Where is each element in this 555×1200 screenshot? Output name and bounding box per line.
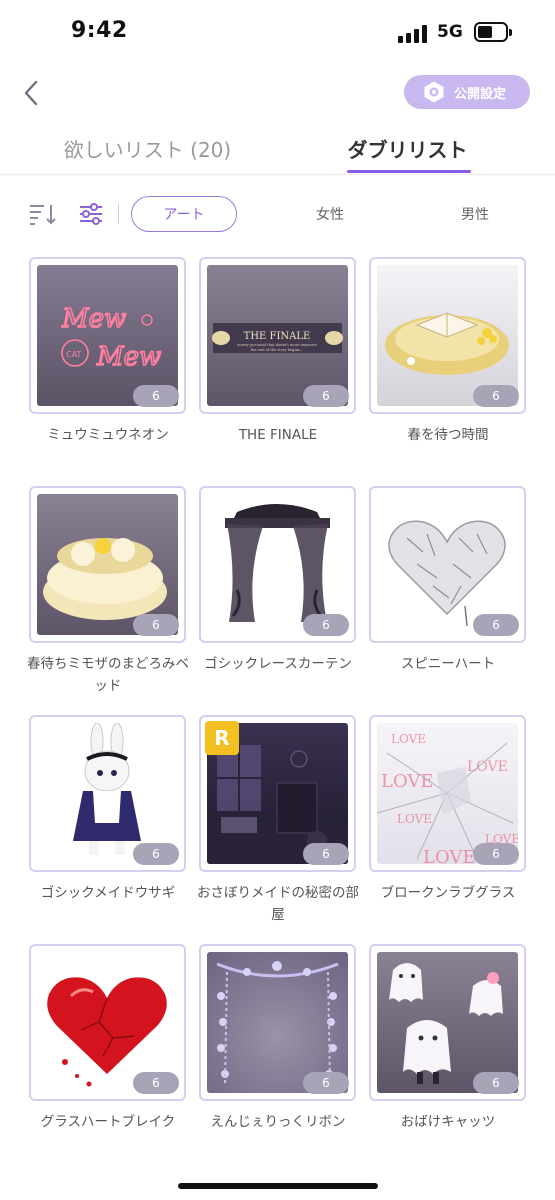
item-name: えんじぇりっくリボン — [210, 1114, 346, 1130]
item-count: 6 — [473, 385, 519, 407]
item-count: 6 — [303, 1072, 349, 1094]
item-count: 6 — [303, 614, 349, 636]
filter-chip-art[interactable]: アート — [131, 196, 237, 232]
item-card[interactable]: 6 — [369, 486, 526, 643]
item-name: ゴシックレースカーテン — [204, 656, 352, 672]
overlay-word: LOVE — [391, 732, 426, 746]
privacy-settings-label: 公開設定 — [454, 86, 507, 102]
network-label: 5G — [437, 22, 463, 42]
privacy-settings-button[interactable]: 公開設定 — [404, 75, 530, 109]
item-card[interactable]: 6 — [29, 944, 186, 1101]
overlay-word: LOVE — [397, 812, 432, 826]
filter-sliders-icon[interactable] — [78, 202, 104, 226]
sort-icon[interactable] — [29, 202, 57, 226]
item-count: 6 — [303, 385, 349, 407]
item-count: 6 — [133, 385, 179, 407]
item-name: おばけキャッツ — [400, 1114, 496, 1130]
tab-wishlist[interactable]: 欲しいリスト (20) — [40, 134, 255, 174]
item-name: グラスハートブレイク — [40, 1114, 176, 1130]
filter-chip-female[interactable]: 女性 — [280, 196, 380, 232]
item-count: 6 — [133, 614, 179, 636]
item-name: おさぼりメイドの秘密の部屋 — [197, 885, 359, 923]
item-name: ミュウミュウネオン — [47, 427, 169, 443]
status-bar: 9:42 5G — [0, 0, 555, 62]
tabs-divider — [0, 174, 555, 175]
item-count: 6 — [133, 843, 179, 865]
neon-text-top: Mew — [61, 304, 126, 334]
banner-line-2: the end of the story begins... — [251, 348, 303, 352]
filter-divider — [118, 204, 119, 224]
status-time: 9:42 — [71, 18, 128, 43]
battery-icon — [474, 22, 512, 42]
home-indicator — [178, 1183, 378, 1189]
neon-text-bottom: Mew — [96, 342, 161, 372]
item-name: ブロークンラブグラス — [380, 885, 516, 901]
hexagon-settings-icon — [424, 81, 444, 103]
active-tab-indicator — [347, 170, 471, 173]
back-button[interactable] — [18, 76, 48, 110]
item-card[interactable]: THE FINALE merry-go-round that doesn't m… — [199, 257, 356, 414]
item-card[interactable]: 6 — [29, 486, 186, 643]
item-card[interactable]: R 6 — [199, 715, 356, 872]
item-name: ゴシックメイドウサギ — [40, 885, 176, 901]
item-count: 6 — [473, 843, 519, 865]
item-card[interactable]: Mew Mew CAT 6 — [29, 257, 186, 414]
overlay-word: LOVE — [423, 847, 476, 864]
item-name: スピニーハート — [400, 656, 496, 672]
chevron-left-icon — [24, 80, 38, 106]
signal-icon — [398, 25, 430, 43]
item-card[interactable]: 6 — [199, 486, 356, 643]
overlay-word: LOVE — [381, 771, 434, 792]
item-count: 6 — [303, 843, 349, 865]
item-count: 6 — [133, 1072, 179, 1094]
neon-badge-text: CAT — [66, 350, 81, 359]
banner-line-1: merry-go-round that doesn't move anymore — [237, 343, 316, 347]
banner-title: THE FINALE — [244, 331, 311, 342]
item-card[interactable]: 6 — [199, 944, 356, 1101]
tab-duplicate-list[interactable]: ダブリリスト — [320, 134, 495, 174]
item-name: 春待ちミモザのまどろみベッド — [27, 656, 189, 694]
item-count: 6 — [473, 614, 519, 636]
rarity-badge: R — [205, 721, 239, 755]
item-name: THE FINALE — [238, 427, 318, 443]
item-count: 6 — [473, 1072, 519, 1094]
item-card[interactable]: LOVE LOVE LOVE LOVE LOVE LOVE 6 — [369, 715, 526, 872]
item-card[interactable]: 6 — [369, 944, 526, 1101]
item-name: 春を待つ時間 — [407, 427, 489, 443]
filter-chip-male[interactable]: 男性 — [425, 196, 525, 232]
overlay-word: LOVE — [467, 759, 508, 775]
item-card[interactable]: 6 — [29, 715, 186, 872]
item-card[interactable]: 6 — [369, 257, 526, 414]
